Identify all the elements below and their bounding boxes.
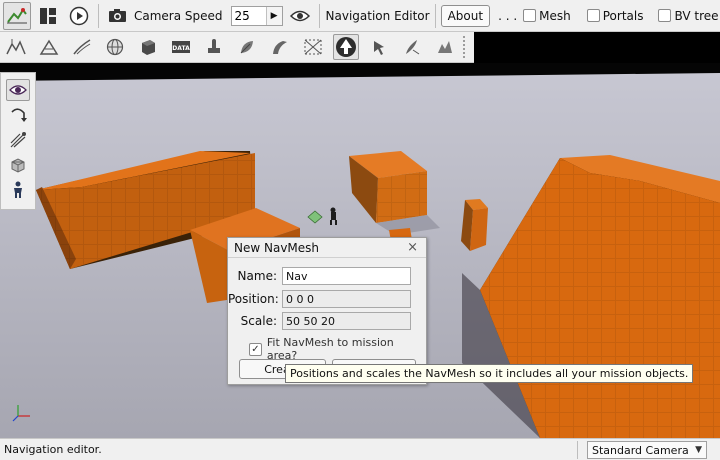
chevron-down-icon[interactable]: ▼ (695, 445, 702, 455)
mesh-checkbox-label: Mesh (539, 8, 571, 23)
toolbar-separator (318, 3, 320, 28)
mesh-checkbox[interactable]: Mesh (523, 9, 571, 23)
status-bar: Navigation editor. Standard Camera ▼ (0, 438, 720, 460)
portals-checkbox-box[interactable] (586, 9, 600, 22)
stepper-arrow-icon[interactable]: ▶ (265, 6, 282, 25)
status-separator (577, 440, 578, 459)
create-tooltip: Positions and scales the NavMesh so it i… (285, 364, 694, 383)
road-editor-icon[interactable] (69, 34, 95, 60)
position-field[interactable]: 0 0 0 (282, 290, 411, 308)
camera-mode-value: Standard Camera (592, 443, 689, 457)
mesh-road-icon[interactable] (300, 34, 326, 60)
terrain-painter-icon[interactable] (36, 34, 62, 60)
dialog-titlebar[interactable]: New NavMesh × (228, 238, 426, 258)
toolbar-grip[interactable] (463, 36, 467, 58)
river-icon[interactable] (267, 34, 293, 60)
bvtree-checkbox-box[interactable] (658, 9, 672, 22)
more-ellipsis[interactable]: . . . (498, 9, 517, 23)
actor-icon[interactable] (6, 179, 30, 201)
camera-speed-input[interactable] (231, 6, 266, 25)
toolbar-separator (98, 3, 99, 28)
editor-tools-toolbar: DATA (0, 32, 474, 63)
dialog-title: New NavMesh (234, 240, 320, 255)
position-row: Position: 0 0 0 (228, 289, 428, 309)
scale-field[interactable]: 50 50 20 (282, 312, 411, 330)
globe-icon[interactable] (102, 34, 128, 60)
bvtree-checkbox-label: BV tree (674, 8, 719, 23)
portals-checkbox-label: Portals (602, 8, 644, 23)
name-label: Name: (237, 269, 277, 283)
view-icon[interactable] (6, 79, 30, 101)
main-toolbar: Camera Speed ▶ Navigation Editor About .… (0, 0, 720, 32)
select-icon[interactable] (366, 34, 392, 60)
scale-row: Scale: 50 50 20 (228, 311, 428, 331)
status-text: Navigation editor. (4, 443, 102, 456)
portals-checkbox[interactable]: Portals (586, 8, 644, 23)
camera-speed-stepper[interactable]: ▶ (230, 5, 283, 26)
terrain-material-icon[interactable] (432, 34, 458, 60)
shape-icon[interactable] (135, 34, 161, 60)
world-editor-icon[interactable] (3, 1, 31, 30)
name-field[interactable]: Nav (282, 267, 411, 285)
world-editor-window: Camera Speed ▶ Navigation Editor About .… (0, 0, 720, 460)
eye-icon[interactable] (286, 2, 314, 30)
new-navmesh-dialog: New NavMesh × Name: Nav Position: 0 0 0 … (227, 237, 427, 385)
toolbar-separator (434, 3, 436, 28)
forest-icon[interactable] (234, 34, 260, 60)
close-icon[interactable]: × (407, 240, 418, 255)
name-row: Name: Nav (228, 266, 428, 286)
rotate-icon[interactable] (6, 104, 30, 126)
paint-link-icon[interactable] (6, 129, 30, 151)
layout-icon[interactable] (34, 2, 62, 30)
navmesh-icon[interactable] (333, 34, 359, 60)
camera-speed-label: Camera Speed (134, 8, 223, 23)
navmesh-tool-palette (0, 72, 36, 210)
play-icon[interactable] (65, 2, 93, 30)
bvtree-checkbox[interactable]: BV tree (658, 8, 719, 23)
svg-text:DATA: DATA (172, 45, 190, 52)
fit-checkbox-box[interactable]: ✓ (249, 342, 262, 356)
terrain-editor-icon[interactable] (3, 34, 29, 60)
position-label: Position: (228, 292, 279, 306)
datablock-icon[interactable]: DATA (168, 34, 194, 60)
about-button[interactable]: About (440, 4, 491, 27)
mesh-checkbox-box[interactable] (523, 9, 537, 22)
scale-label: Scale: (240, 314, 277, 328)
camera-icon[interactable] (104, 2, 132, 30)
navigation-editor-label: Navigation Editor (325, 8, 430, 23)
decal-icon[interactable] (201, 34, 227, 60)
camera-mode-select[interactable]: Standard Camera ▼ (587, 441, 707, 459)
cover-icon[interactable] (6, 154, 30, 176)
paint-icon[interactable] (399, 34, 425, 60)
